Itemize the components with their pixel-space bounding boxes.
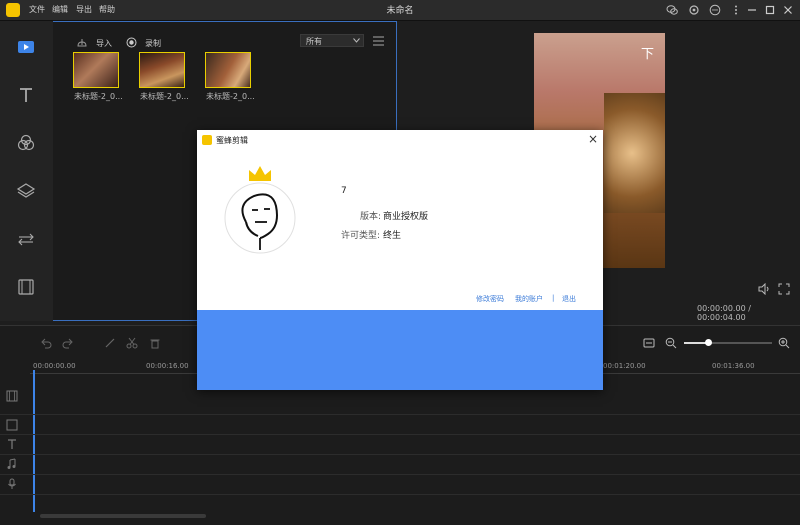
text-track-icon	[8, 439, 16, 449]
more-menu-icon[interactable]	[730, 4, 742, 16]
wechat-icon[interactable]	[666, 4, 678, 16]
record-icon[interactable]	[126, 37, 137, 48]
window-title: 未命名	[386, 6, 414, 16]
import-label[interactable]: 导入	[96, 38, 112, 49]
crown-icon	[249, 166, 271, 181]
record-label[interactable]: 录制	[145, 38, 161, 49]
my-account-link[interactable]: 我的账户	[515, 294, 543, 304]
text-tab-icon[interactable]	[16, 85, 36, 105]
dialog-app-icon	[202, 135, 212, 145]
dialog-close-button[interactable]: ×	[588, 132, 598, 146]
zoom-out-icon[interactable]	[665, 337, 677, 349]
zoom-slider-track[interactable]	[684, 339, 772, 346]
left-toolbar	[0, 21, 53, 321]
media-tab-icon[interactable]	[16, 37, 36, 57]
chevron-down-icon	[353, 38, 360, 43]
user-avatar	[224, 182, 296, 254]
ruler-tick-label: 00:00:00.00	[33, 362, 76, 370]
media-filter-dropdown[interactable]: 所有	[300, 34, 364, 47]
clip-label: 未标题-2_0...	[74, 92, 123, 101]
overlay-tab-icon[interactable]	[16, 181, 36, 201]
ruler-tick-label: 00:01:36.00	[712, 362, 755, 370]
overlay-track-icon	[6, 419, 18, 431]
music-track[interactable]	[0, 455, 800, 475]
film-tab-icon[interactable]	[16, 277, 36, 297]
transition-tab-icon[interactable]	[16, 229, 36, 249]
license-label: 许可类型:	[341, 231, 381, 241]
zoom-in-icon[interactable]	[778, 337, 790, 349]
change-password-link[interactable]: 修改密码	[476, 294, 504, 304]
dialog-title: 蜜蜂剪辑	[216, 136, 248, 145]
clip-label: 未标题-2_0...	[140, 92, 189, 101]
edit-pencil-icon[interactable]	[104, 337, 116, 349]
license-value: 终生	[383, 231, 402, 241]
media-clip-thumbnail[interactable]	[139, 52, 185, 88]
delete-icon[interactable]	[149, 337, 161, 349]
media-filter-value: 所有	[306, 37, 322, 46]
version-number: 7	[341, 186, 347, 196]
zoom-slider-handle[interactable]	[705, 339, 712, 346]
media-clip-thumbnail[interactable]	[205, 52, 251, 88]
undo-icon[interactable]	[40, 337, 52, 349]
overlay-track[interactable]	[0, 415, 800, 435]
teapot-image	[604, 93, 665, 213]
video-track-icon	[6, 390, 18, 402]
filter-tab-icon[interactable]	[16, 133, 36, 153]
time-display: 00:00:00.00 / 00:00:04.00	[697, 304, 751, 322]
ruler-tick-label: 00:00:16.00	[146, 362, 189, 370]
microphone-icon	[8, 478, 16, 489]
edition-label: 版本:	[360, 212, 382, 222]
settings-icon[interactable]	[688, 4, 700, 16]
maximize-icon[interactable]	[764, 4, 776, 16]
volume-icon[interactable]	[758, 283, 770, 295]
media-clip-thumbnail[interactable]	[73, 52, 119, 88]
caption-text: 下	[641, 47, 655, 62]
logout-link[interactable]: 退出	[562, 294, 576, 304]
timeline-scrollbar[interactable]	[40, 514, 206, 518]
link-separator: |	[552, 294, 555, 302]
fullscreen-icon[interactable]	[778, 283, 790, 295]
title-bar: 文件 编辑 导出 帮助 未命名	[0, 0, 800, 21]
clip-label: 未标题-2_0...	[206, 92, 255, 101]
import-icon[interactable]	[76, 37, 88, 49]
scissors-icon[interactable]	[126, 337, 138, 349]
fit-timeline-icon[interactable]	[643, 337, 655, 349]
music-track-icon	[7, 458, 16, 469]
edition-value: 商业授权版	[383, 212, 429, 222]
redo-icon[interactable]	[62, 337, 74, 349]
feedback-icon[interactable]	[709, 4, 721, 16]
list-view-icon[interactable]	[373, 36, 384, 46]
dialog-footer-banner	[197, 310, 603, 390]
close-window-icon[interactable]	[782, 4, 794, 16]
voice-track[interactable]	[0, 475, 800, 495]
ruler-tick-label: 00:01:20.00	[603, 362, 646, 370]
text-track[interactable]	[0, 435, 800, 455]
about-dialog: 蜜蜂剪辑 × 7 版本: 商业授权版 许可类型: 终生 修改密码 我的账户 | …	[197, 130, 603, 390]
minimize-icon[interactable]	[746, 4, 758, 16]
